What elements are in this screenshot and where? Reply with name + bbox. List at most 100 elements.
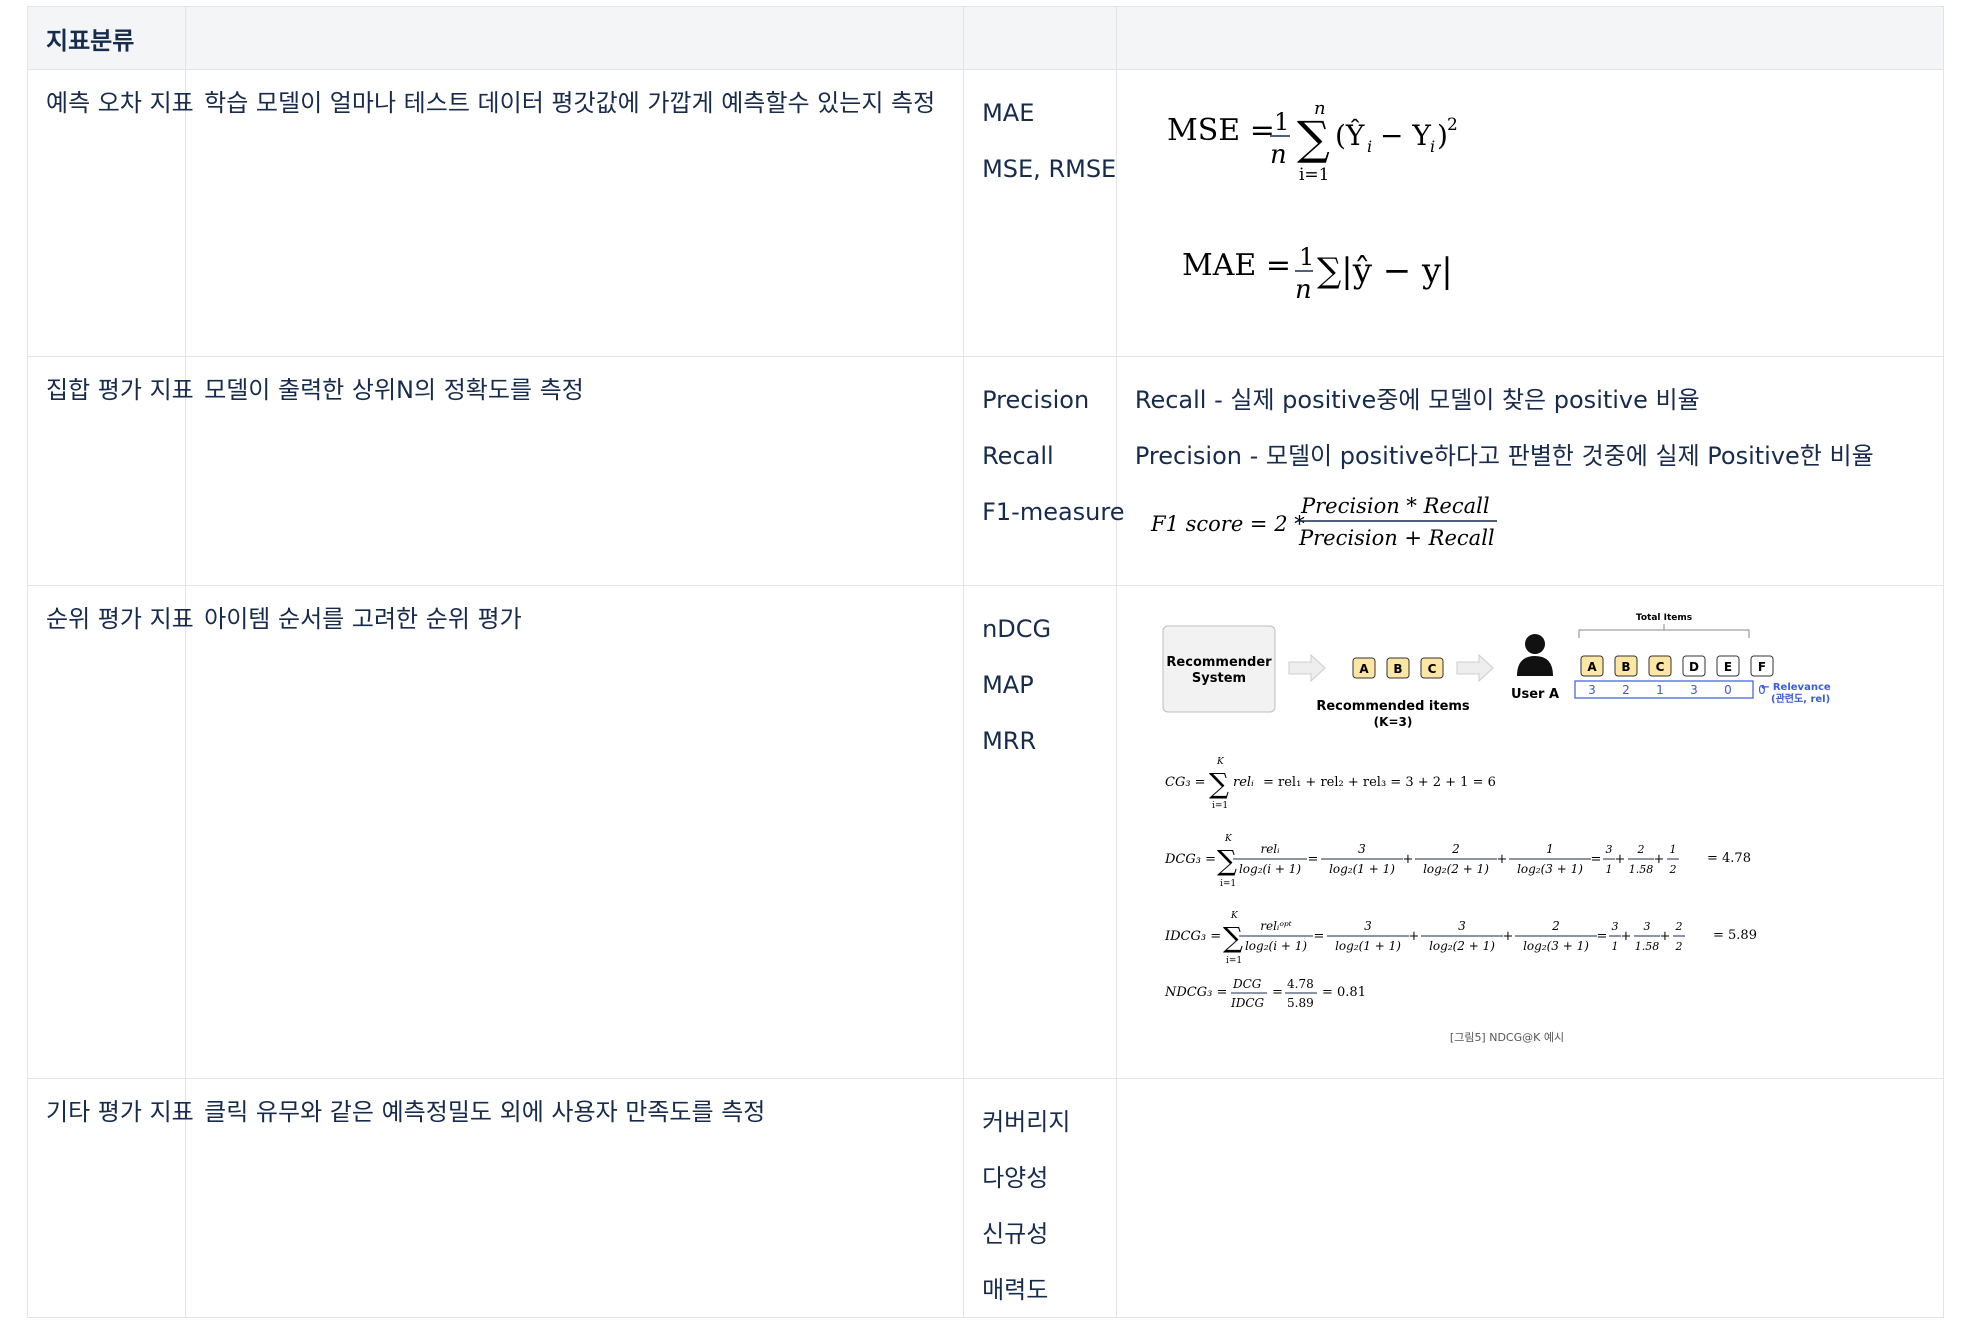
row-ndcg-figure: Recommender System A B C Recommended items… — [1115, 585, 1945, 1079]
header-description — [185, 6, 965, 70]
operator: + — [1408, 929, 1419, 944]
formula-glyph: K — [1216, 757, 1225, 767]
operator: + — [1620, 929, 1631, 944]
figure-caption: [그림5] NDCG@K 예시 — [1450, 1031, 1564, 1044]
fraction-numerator: 3 — [1643, 920, 1650, 933]
fraction-numerator: relᵢ — [1260, 842, 1280, 856]
operator: = — [1590, 852, 1601, 867]
metric-item: Recall — [982, 442, 1054, 470]
formula-glyph: − Y — [1380, 119, 1431, 152]
fraction-numerator: 2 — [1674, 920, 1682, 933]
metric-item: MRR — [982, 727, 1037, 755]
recommender-label: System — [1192, 671, 1246, 686]
fraction-numerator: relᵢᵒᵖᵗ — [1260, 919, 1292, 933]
recommended-items: A B C — [1352, 657, 1444, 679]
fraction-denominator: 1 — [1605, 863, 1612, 876]
fraction-numerator: 3 — [1358, 842, 1366, 856]
ndcg-figure: Recommender System A B C Recommended items… — [1162, 613, 1831, 1044]
operator: + — [1614, 852, 1625, 867]
f1-formula: F1 score = 2 * Precision * Recall Precis… — [1150, 494, 1497, 550]
fraction-denominator: 1.58 — [1635, 940, 1660, 953]
cg-formula: CG₃ = — [1165, 775, 1206, 790]
fraction-numerator: 3 — [1611, 920, 1618, 933]
relevance-value: 1 — [1656, 683, 1664, 697]
metric-item: MAE — [982, 99, 1035, 127]
cg-result: = rel₁ + rel₂ + rel₃ = 3 + 2 + 1 = 6 — [1263, 775, 1496, 790]
table-row: 집합 평가 지표 모델이 출력한 상위N의 정확도를 측정 Precision … — [26, 356, 1945, 586]
recommender-label: Recommender — [1166, 655, 1272, 670]
header-category: 지표분류 — [26, 6, 187, 70]
bracket — [1578, 624, 1750, 638]
row-notes: Recall - 실제 positive중에 모델이 찾은 positive 비… — [1115, 356, 1945, 586]
item-label: A — [1359, 662, 1369, 676]
fraction-numerator: 2 — [1451, 842, 1460, 856]
item-label: F — [1758, 660, 1766, 674]
operator: + — [1496, 852, 1507, 867]
metric-item: MSE, RMSE — [982, 155, 1117, 183]
dcg-formula: DCG₃ = — [1164, 852, 1216, 867]
metric-item: 신규성 — [982, 1220, 1049, 1248]
fraction-denominator: log₂(i + 1) — [1245, 939, 1307, 953]
fraction-denominator: 2 — [1668, 863, 1676, 876]
header-metrics — [963, 6, 1117, 70]
user-icon — [1516, 656, 1553, 676]
item-label: B — [1621, 660, 1630, 674]
row-category: 집합 평가 지표 — [26, 356, 194, 586]
row-category: 예측 오차 지표 — [26, 69, 194, 357]
ndcg-formula: NDCG₃ = — [1164, 985, 1227, 1000]
formula-glyph: i=1 — [1212, 801, 1228, 811]
all-items: A B C D E F — [1580, 655, 1774, 677]
relevance-value: 3 — [1690, 683, 1698, 697]
fraction-denominator: 1.58 — [1629, 863, 1654, 876]
fraction-numerator: 2 — [1551, 919, 1560, 933]
user-icon — [1524, 634, 1545, 654]
idcg-fractions: relᵢᵒᵖᵗ log₂(i + 1) = 3 log₂(1 + 1) +3 log₂(2 … — [1238, 919, 1685, 953]
error-formulas: MSE = 1 n n ∑ i=1 (Ŷ i − Y i ) 2 MAE = 1… — [1167, 98, 1458, 305]
table-header-row: 지표분류 — [26, 6, 1945, 70]
relevance-label: ← Relevance — [1761, 682, 1831, 693]
row-metrics: nDCG MAP MRR — [963, 585, 1117, 1079]
formula-glyph: = — [1272, 985, 1283, 1000]
fraction-numerator: 3 — [1605, 843, 1612, 856]
metric-item: nDCG — [982, 615, 1052, 643]
dcg-fractions: relᵢ log₂(i + 1) = 3 log₂(1 + 1) +2 log₂(2 + 1… — [1232, 842, 1679, 876]
metric-item: MAP — [982, 671, 1034, 699]
item-label: A — [1587, 660, 1597, 674]
operator: = — [1596, 929, 1607, 944]
table-row: 기타 평가 지표 클릭 유무와 같은 예측정밀도 외에 사용자 만족도를 측정 … — [26, 1078, 1945, 1318]
fraction-denominator: 2 — [1674, 940, 1682, 953]
formula-glyph: i — [1367, 137, 1372, 156]
row-description: 학습 모델이 얼마나 테스트 데이터 평갓값에 가깝게 예측할수 있는지 측정 — [185, 69, 965, 357]
metrics-table-wrapper: 지표분류 예측 오차 지표 학습 모델이 얼마나 테스트 데이터 평갓값에 가깝… — [26, 6, 1945, 1318]
item-label: E — [1724, 660, 1732, 674]
row-formulas: MSE = 1 n n ∑ i=1 (Ŷ i − Y i ) 2 MAE = 1… — [1115, 69, 1945, 357]
fraction-denominator: log₂(2 + 1) — [1429, 939, 1495, 953]
fraction-denominator: log₂(1 + 1) — [1335, 939, 1401, 953]
operator: + — [1659, 929, 1670, 944]
formula-glyph: n — [1270, 140, 1287, 170]
row-description: 아이템 순서를 고려한 순위 평가 — [185, 585, 965, 1079]
operator: + — [1402, 852, 1413, 867]
formula-glyph: n — [1295, 275, 1312, 305]
mae-label: MAE = — [1182, 248, 1291, 283]
idcg-formula: IDCG₃ = — [1164, 929, 1221, 944]
idcg-result: = 5.89 — [1713, 928, 1757, 943]
formula-glyph: i — [1430, 137, 1435, 156]
fraction-denominator: log₂(3 + 1) — [1517, 862, 1583, 876]
row-metrics: MAE MSE, RMSE — [963, 69, 1117, 357]
metric-item: 매력도 — [982, 1276, 1049, 1304]
relevance-values: 321300 — [1588, 683, 1766, 697]
fraction-denominator: log₂(1 + 1) — [1329, 862, 1395, 876]
relevance-value: 0 — [1724, 683, 1732, 697]
dcg-result: = 4.78 — [1707, 851, 1751, 866]
formula-glyph: i=1 — [1299, 165, 1330, 185]
formula-glyph: K — [1224, 834, 1233, 844]
row-description: 클릭 유무와 같은 예측정밀도 외에 사용자 만족도를 측정 — [185, 1078, 965, 1318]
formula-glyph: 1 — [1299, 243, 1314, 271]
ndcg-numerator: 4.78 — [1287, 977, 1314, 991]
total-items-label: Total Items — [1636, 613, 1692, 623]
operator: = — [1313, 929, 1324, 944]
recall-note: Recall - 실제 positive중에 모델이 찾은 positive 비… — [1134, 386, 1700, 414]
formula-glyph: K — [1230, 911, 1239, 921]
ndcg-denominator: 5.89 — [1287, 996, 1314, 1010]
